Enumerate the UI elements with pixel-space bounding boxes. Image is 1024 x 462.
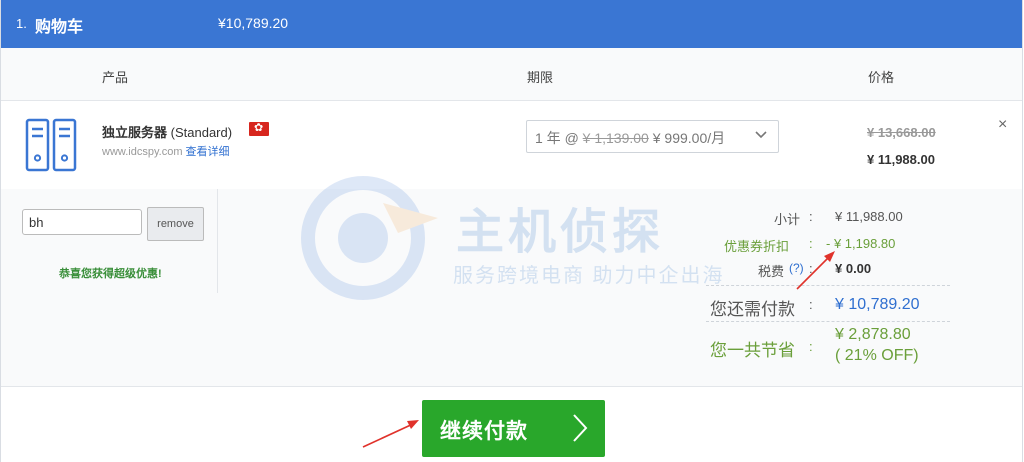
- continue-payment-button[interactable]: 继续付款: [422, 400, 605, 457]
- subtotal-colon: :: [809, 209, 813, 224]
- step-number: 1.: [16, 16, 27, 31]
- product-plan: (Standard): [170, 125, 233, 140]
- promo-code-input[interactable]: [22, 209, 142, 235]
- period-new-price: ¥ 999.00/月: [648, 130, 726, 146]
- coupon-label: 优惠券折扣: [724, 239, 790, 254]
- total-saved-percent: ( 21% OFF): [835, 347, 919, 364]
- cart-item-row: 独立服务器 (Standard) ✿ www.idcspy.com 查看详细 1…: [1, 101, 1022, 190]
- subtotal-label: 小计: [774, 212, 801, 227]
- column-product: 产品: [102, 70, 129, 85]
- watermark-title: 主机侦探: [456, 206, 665, 259]
- amount-due-value: ¥ 10,789.20: [835, 296, 920, 313]
- current-price: ¥ 11,988.00: [867, 152, 935, 167]
- annotation-arrow-icon-2: [362, 420, 419, 448]
- annotation-arrow-icon: [796, 251, 835, 290]
- amount-due-label: 您还需付款: [710, 300, 795, 319]
- cart-header: 1. 购物车 ¥10,789.20: [1, 0, 1022, 48]
- product-name: 独立服务器 (Standard): [102, 122, 232, 141]
- tax-label: 税费: [758, 264, 785, 279]
- promo-success-message: 恭喜您获得超级优惠!: [59, 268, 162, 280]
- watermark-subtitle: 服务跨境电商 助力中企出海: [453, 265, 725, 287]
- total-saved-colon: :: [809, 339, 813, 354]
- column-price: 价格: [868, 70, 895, 85]
- server-icon: [25, 118, 77, 172]
- billing-period-select[interactable]: 1 年 @ ¥ 1,139.00 ¥ 999.00/月: [526, 120, 779, 153]
- flag-glyph: ✿: [254, 122, 264, 134]
- cart-panel: 1. 购物车 ¥10,789.20 产品 期限 价格 独立服务器 (Standa…: [0, 0, 1023, 462]
- total-saved-value: ¥ 2,878.80: [835, 326, 911, 343]
- period-old-price: ¥ 1,139.00: [582, 130, 649, 146]
- hong-kong-flag-icon: ✿: [249, 122, 269, 136]
- billing-period-value: 1 年 @ ¥ 1,139.00 ¥ 999.00/月: [535, 128, 725, 148]
- page-title: 购物车: [35, 19, 84, 36]
- view-details-link[interactable]: 查看详细: [186, 146, 230, 158]
- close-icon[interactable]: ×: [998, 116, 1007, 134]
- remove-promo-button[interactable]: remove: [147, 207, 204, 241]
- promo-section: remove 恭喜您获得超级优惠!: [1, 189, 218, 293]
- period-prefix: 1 年 @: [535, 130, 583, 146]
- chevron-down-icon: [754, 127, 768, 144]
- checkout-area: 继续付款: [1, 387, 1022, 462]
- amount-due-colon: :: [809, 297, 813, 312]
- subtotal-value: ¥ 11,988.00: [835, 209, 903, 224]
- continue-payment-label: 继续付款: [440, 420, 528, 443]
- order-summary: 主机侦探 服务跨境电商 助力中企出海 remove 恭喜您获得超级优惠! 小计 …: [1, 176, 1022, 387]
- summary-divider-2: [706, 321, 950, 322]
- total-saved-label: 您一共节省: [710, 341, 795, 360]
- table-header: 产品 期限 价格: [1, 48, 1022, 101]
- original-price: ¥ 13,668.00: [867, 125, 936, 140]
- chevron-right-icon: [570, 411, 590, 452]
- product-site: www.idcspy.com: [102, 146, 183, 158]
- column-period: 期限: [527, 70, 554, 85]
- product-title: 独立服务器: [102, 125, 168, 140]
- header-total: ¥10,789.20: [218, 15, 289, 31]
- product-subline: www.idcspy.com 查看详细: [102, 143, 230, 159]
